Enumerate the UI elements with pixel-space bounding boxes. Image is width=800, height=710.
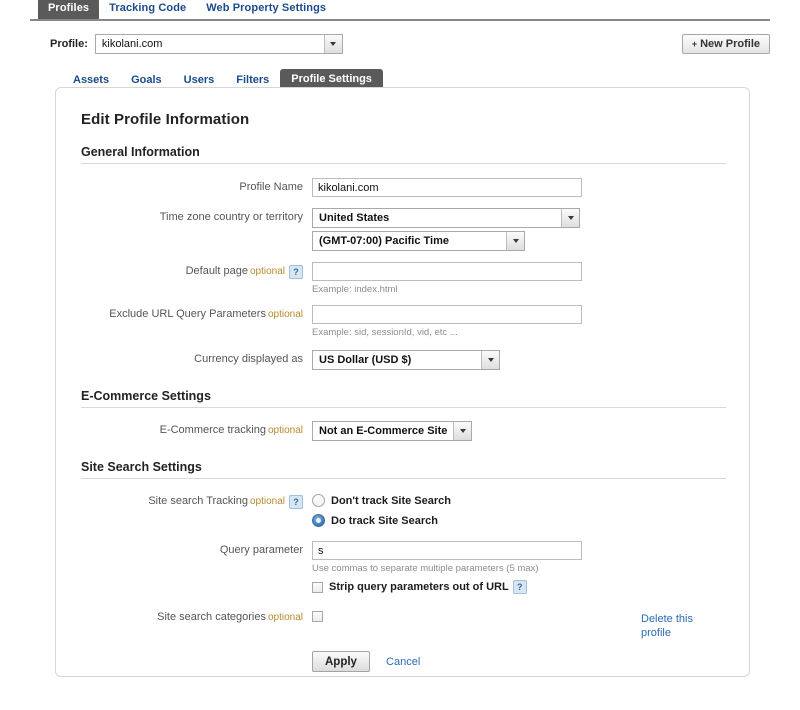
delete-profile-line2: profile bbox=[641, 627, 671, 639]
help-icon[interactable]: ? bbox=[289, 495, 303, 509]
form-actions-row: Apply Cancel bbox=[81, 651, 726, 672]
radio-label: Do track Site Search bbox=[331, 514, 438, 527]
ecommerce-tracking-value: Not an E-Commerce Site bbox=[319, 425, 448, 437]
default-page-field: Example: index.html bbox=[312, 262, 726, 296]
tab-web-property-settings[interactable]: Web Property Settings bbox=[196, 0, 336, 19]
timezone-country-value: United States bbox=[319, 212, 390, 224]
chevron-down-icon bbox=[453, 422, 471, 440]
radio-label: Don't track Site Search bbox=[331, 494, 451, 507]
profile-name-field bbox=[312, 178, 726, 197]
timezone-label: Time zone country or territory bbox=[159, 211, 303, 223]
radio-dont-track-site-search[interactable]: Don't track Site Search bbox=[312, 492, 726, 509]
currency-label: Currency displayed as bbox=[194, 353, 303, 365]
profile-selector-label: Profile: bbox=[50, 38, 88, 50]
help-icon[interactable]: ? bbox=[289, 265, 303, 279]
radio-do-track-site-search[interactable]: Do track Site Search bbox=[312, 512, 726, 529]
timezone-zone-value: (GMT-07:00) Pacific Time bbox=[319, 235, 450, 247]
checkbox-label: Strip query parameters out of URL bbox=[329, 581, 509, 593]
tab-tracking-code[interactable]: Tracking Code bbox=[99, 0, 196, 19]
timezone-fields: United States (GMT-07:00) Pacific Time bbox=[312, 208, 726, 251]
optional-tag: optional bbox=[267, 612, 303, 623]
exclude-url-label: Exclude URL Query Parameters optional bbox=[81, 305, 312, 324]
chevron-down-icon bbox=[561, 209, 579, 227]
profile-name-label: Profile Name bbox=[239, 181, 303, 193]
site-search-tracking-label: Site search Tracking optional? bbox=[81, 492, 312, 511]
row-timezone: Time zone country or territory United St… bbox=[81, 208, 726, 251]
row-site-search-categories: Site search categories optional bbox=[81, 608, 726, 627]
help-icon[interactable]: ? bbox=[512, 580, 527, 594]
optional-tag: optional bbox=[267, 309, 303, 320]
new-profile-button-label: New Profile bbox=[700, 38, 760, 50]
page-title: Edit Profile Information bbox=[81, 111, 250, 128]
panel-content: Edit Profile Information General Informa… bbox=[81, 111, 726, 672]
site-search-tracking-options: Don't track Site Search Do track Site Se… bbox=[312, 492, 726, 529]
exclude-url-label-text: Exclude URL Query Parameters bbox=[109, 308, 266, 320]
section-title-ecommerce: E-Commerce Settings bbox=[81, 389, 726, 408]
query-parameter-hint: Use commas to separate multiple paramete… bbox=[312, 563, 539, 574]
checkbox-icon[interactable] bbox=[312, 611, 323, 622]
primary-tab-bar: Profiles Tracking Code Web Property Sett… bbox=[0, 0, 800, 20]
site-search-categories-label: Site search categories optional bbox=[81, 608, 312, 627]
delete-profile-line1: Delete this bbox=[641, 613, 693, 625]
ecommerce-tracking-select[interactable]: Not an E-Commerce Site bbox=[312, 421, 472, 441]
default-page-label: Default page optional? bbox=[81, 262, 312, 281]
row-currency: Currency displayed as US Dollar (USD $) bbox=[81, 350, 726, 370]
profile-select-value: kikolani.com bbox=[101, 38, 163, 50]
row-site-search-tracking: Site search Tracking optional? Don't trac… bbox=[81, 492, 726, 529]
chevron-down-icon bbox=[323, 35, 342, 53]
currency-value: US Dollar (USD $) bbox=[319, 354, 412, 366]
form-actions: Apply Cancel bbox=[312, 651, 726, 672]
default-page-hint: Example: index.html bbox=[312, 284, 398, 295]
site-search-tracking-label-text: Site search Tracking bbox=[148, 495, 248, 507]
checkbox-icon[interactable] bbox=[312, 581, 323, 593]
profile-selector-row: Profile: kikolani.com bbox=[50, 34, 343, 54]
default-page-label-text: Default page bbox=[185, 265, 248, 277]
query-parameter-input[interactable] bbox=[312, 541, 582, 560]
row-ecommerce-tracking: E-Commerce tracking optional Not an E-Com… bbox=[81, 421, 726, 441]
profile-select[interactable]: kikolani.com bbox=[94, 34, 343, 54]
primary-tabs: Profiles Tracking Code Web Property Sett… bbox=[38, 0, 336, 19]
chevron-down-icon bbox=[506, 232, 524, 250]
currency-field: US Dollar (USD $) bbox=[312, 350, 726, 370]
checkbox-strip-query-parameters[interactable]: Strip query parameters out of URL ? bbox=[312, 579, 726, 595]
section-title-site-search: Site Search Settings bbox=[81, 460, 726, 479]
timezone-zone-select[interactable]: (GMT-07:00) Pacific Time bbox=[312, 231, 525, 251]
row-default-page: Default page optional? Example: index.htm… bbox=[81, 262, 726, 296]
ecommerce-tracking-field: Not an E-Commerce Site bbox=[312, 421, 726, 441]
optional-tag: optional bbox=[267, 425, 303, 436]
optional-tag: optional bbox=[249, 266, 285, 277]
plus-icon: + bbox=[691, 39, 698, 49]
apply-button[interactable]: Apply bbox=[312, 651, 370, 672]
ecommerce-tracking-label: E-Commerce tracking optional bbox=[81, 421, 312, 440]
row-exclude-url: Exclude URL Query Parameters optional Exa… bbox=[81, 305, 726, 339]
delete-profile-link[interactable]: Delete this profile bbox=[641, 612, 731, 640]
row-query-parameter: Query parameter Use commas to separate m… bbox=[81, 541, 726, 595]
query-parameter-label: Query parameter bbox=[219, 544, 303, 556]
query-parameter-field: Use commas to separate multiple paramete… bbox=[312, 541, 726, 595]
profile-name-input[interactable] bbox=[312, 178, 582, 197]
tab-profiles[interactable]: Profiles bbox=[38, 0, 100, 19]
radio-button-icon[interactable] bbox=[312, 514, 325, 527]
profile-settings-panel: Edit Profile Information General Informa… bbox=[55, 87, 750, 677]
row-profile-name: Profile Name bbox=[81, 178, 726, 197]
ecommerce-tracking-label-text: E-Commerce tracking bbox=[159, 424, 266, 436]
chevron-down-icon bbox=[481, 351, 499, 369]
header-divider bbox=[30, 19, 770, 21]
section-title-general: General Information bbox=[81, 145, 726, 164]
exclude-url-hint: Example: sid, sessionId, vid, etc ... bbox=[312, 327, 458, 338]
exclude-url-input[interactable] bbox=[312, 305, 582, 324]
cancel-link[interactable]: Cancel bbox=[386, 656, 420, 668]
optional-tag: optional bbox=[249, 496, 285, 507]
new-profile-button[interactable]: + New Profile bbox=[681, 34, 770, 54]
radio-button-icon[interactable] bbox=[312, 494, 325, 507]
default-page-input[interactable] bbox=[312, 262, 582, 281]
timezone-country-select[interactable]: United States bbox=[312, 208, 580, 228]
exclude-url-field: Example: sid, sessionId, vid, etc ... bbox=[312, 305, 726, 339]
currency-select[interactable]: US Dollar (USD $) bbox=[312, 350, 500, 370]
site-search-categories-label-text: Site search categories bbox=[157, 611, 266, 623]
